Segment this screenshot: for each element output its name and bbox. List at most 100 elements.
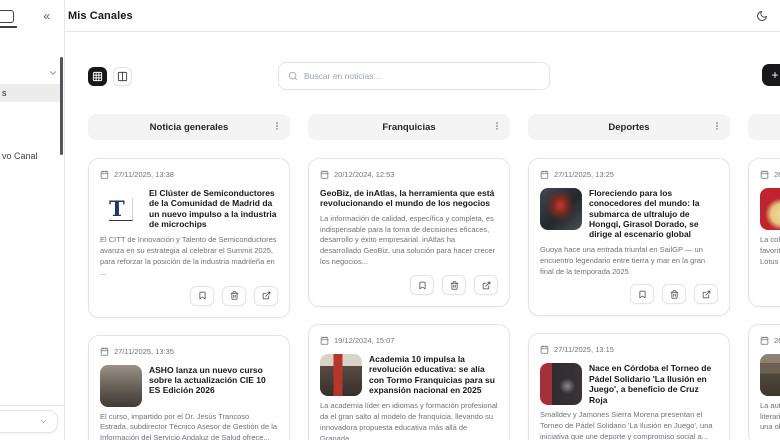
card-actions bbox=[760, 275, 780, 295]
toolbar: + bbox=[65, 62, 780, 90]
calendar-icon bbox=[760, 336, 769, 345]
search-input[interactable] bbox=[304, 71, 540, 81]
sidebar: « s vo Canal bbox=[0, 0, 65, 440]
card-excerpt: Smalldev y Jamones Sierra Morena present… bbox=[540, 410, 713, 440]
card-excerpt: Guoya hace una entrada triunfal en SailG… bbox=[540, 244, 706, 276]
sidebar-footer-select[interactable] bbox=[0, 410, 58, 433]
news-card[interactable]: 27/11/2025, 13:38 T El Clúster de Semico… bbox=[88, 158, 290, 318]
card-actions bbox=[320, 275, 498, 296]
search-box bbox=[278, 62, 550, 90]
calendar-icon bbox=[760, 170, 769, 179]
bookmark-icon bbox=[418, 281, 427, 290]
calendar-icon bbox=[100, 346, 109, 356]
card-thumbnail bbox=[760, 188, 780, 230]
card-date: 27/11/2025, 13:15 bbox=[540, 345, 718, 354]
card-date: 20/12/2024, 12:53 bbox=[320, 170, 498, 179]
card-excerpt: El CITT de Innovación y Talento de Semic… bbox=[100, 235, 277, 277]
sidebar-item[interactable] bbox=[0, 133, 62, 147]
card-title: Nace en Córdoba el Torneo de Pádel Solid… bbox=[589, 363, 712, 405]
channel-column-clipped: 26/11 La colabo favorito, Lotus Bis bbox=[748, 114, 780, 440]
sidebar-item-selected[interactable]: s bbox=[0, 84, 62, 102]
sidebar-item-new-channel[interactable]: vo Canal bbox=[0, 149, 62, 164]
external-link-icon bbox=[702, 290, 711, 299]
column-menu-button[interactable] bbox=[492, 121, 502, 131]
column-menu-button[interactable] bbox=[712, 121, 722, 131]
calendar-icon bbox=[540, 345, 549, 355]
card-excerpt: La información de calidad, específica y … bbox=[320, 213, 496, 267]
column-header: Franquicias bbox=[308, 114, 510, 140]
card-title: El Clúster de Semiconductores de la Comu… bbox=[149, 188, 277, 230]
news-card[interactable]: 27/11/2025, 13:25 Floreciendo para los c… bbox=[528, 158, 730, 317]
column-title: Noticia generales bbox=[149, 121, 229, 133]
sidebar-collapse-button[interactable]: « bbox=[43, 10, 50, 22]
channel-column-franquicias: Franquicias 20/12/2024, 12:53 GeoBiz, de… bbox=[308, 114, 510, 440]
chevron-down-icon bbox=[39, 417, 48, 426]
grid-icon bbox=[92, 71, 103, 82]
card-thumbnail bbox=[540, 363, 582, 406]
sidebar-divider bbox=[0, 405, 64, 406]
external-link-icon bbox=[482, 281, 491, 290]
bookmark-icon bbox=[638, 290, 647, 299]
card-date: 26/11 bbox=[760, 170, 780, 179]
card-date: 27/11/2025, 13:38 bbox=[100, 170, 278, 179]
bookmark-button[interactable] bbox=[190, 285, 214, 306]
main-area: Mis Canales Buscar en noticias... + Noti… bbox=[65, 0, 780, 440]
card-date: 19/12/2024, 15:07 bbox=[320, 336, 498, 345]
calendar-icon bbox=[320, 170, 329, 179]
news-card[interactable]: 20/12/2024, 12:53 GeoBiz, de inAtlas, la… bbox=[308, 158, 510, 308]
sidebar-section-chevron-down-icon[interactable] bbox=[48, 68, 58, 78]
bookmark-button[interactable] bbox=[630, 284, 654, 305]
card-thumbnail bbox=[540, 188, 582, 230]
card-date: 27/11/2025, 13:25 bbox=[540, 170, 718, 179]
app-logo bbox=[0, 9, 17, 28]
view-toggle-group bbox=[88, 66, 132, 86]
news-card[interactable]: 26/11 La autora literario una obra bbox=[748, 323, 780, 440]
calendar-icon bbox=[540, 170, 549, 179]
channel-columns: Noticia generales 27/11/2025, 13:38 T El… bbox=[65, 114, 780, 440]
app-window: « s vo Canal Mis Canales Buscar en notic… bbox=[0, 0, 780, 440]
sidebar-scrollbar-thumb[interactable] bbox=[60, 57, 63, 155]
column-header: Noticia generales bbox=[88, 114, 290, 140]
search-icon bbox=[288, 71, 298, 81]
columns-view-button[interactable] bbox=[113, 66, 132, 86]
trash-icon bbox=[670, 290, 679, 299]
news-card[interactable]: 26/11 La colabo favorito, Lotus Bis bbox=[748, 158, 780, 307]
theme-toggle-button[interactable] bbox=[756, 10, 768, 22]
channel-column-deportes: Deportes 27/11/2025, 13:25 Floreciendo p… bbox=[528, 114, 730, 440]
column-header: Deportes bbox=[528, 114, 730, 140]
kebab-menu-icon bbox=[492, 121, 502, 131]
add-channel-button[interactable]: + bbox=[762, 64, 780, 86]
card-title: ASHO lanza un nuevo curso sobre la actua… bbox=[149, 364, 266, 396]
delete-button[interactable] bbox=[662, 284, 686, 305]
open-external-button[interactable] bbox=[694, 284, 718, 305]
column-title: Franquicias bbox=[382, 121, 436, 133]
sidebar-header: « bbox=[0, 0, 64, 32]
card-thumbnail bbox=[100, 364, 142, 407]
bookmark-button[interactable] bbox=[410, 275, 434, 296]
calendar-icon bbox=[320, 336, 329, 345]
delete-button[interactable] bbox=[442, 275, 466, 296]
column-header bbox=[748, 114, 780, 140]
page-title: Mis Canales bbox=[68, 9, 133, 22]
card-excerpt: La academia líder en idiomas y formación… bbox=[320, 401, 498, 440]
card-excerpt: La autora literario una obra bbox=[760, 400, 780, 432]
delete-button[interactable] bbox=[222, 285, 246, 306]
grid-view-button[interactable] bbox=[88, 66, 107, 86]
columns-icon bbox=[117, 71, 128, 82]
bookmark-icon bbox=[198, 291, 207, 300]
sidebar-item[interactable] bbox=[0, 109, 62, 123]
news-card[interactable]: 27/11/2025, 13:35 ASHO lanza un nuevo cu… bbox=[88, 334, 290, 440]
card-thumbnail: T bbox=[100, 188, 142, 230]
open-external-button[interactable] bbox=[474, 275, 498, 296]
top-header: Mis Canales bbox=[65, 0, 780, 32]
news-card[interactable]: 19/12/2024, 15:07 Academia 10 impulsa la… bbox=[308, 324, 510, 440]
kebab-menu-icon bbox=[272, 121, 282, 131]
trash-icon bbox=[450, 280, 459, 290]
card-title: Floreciendo para los conocedores del mun… bbox=[589, 188, 700, 240]
news-card[interactable]: 27/11/2025, 13:15 Nace en Córdoba el Tor… bbox=[528, 333, 730, 440]
card-date: 27/11/2025, 13:35 bbox=[100, 347, 278, 356]
open-external-button[interactable] bbox=[254, 285, 278, 306]
card-thumbnail bbox=[760, 353, 780, 396]
column-menu-button[interactable] bbox=[272, 121, 282, 131]
trash-icon bbox=[230, 291, 239, 300]
